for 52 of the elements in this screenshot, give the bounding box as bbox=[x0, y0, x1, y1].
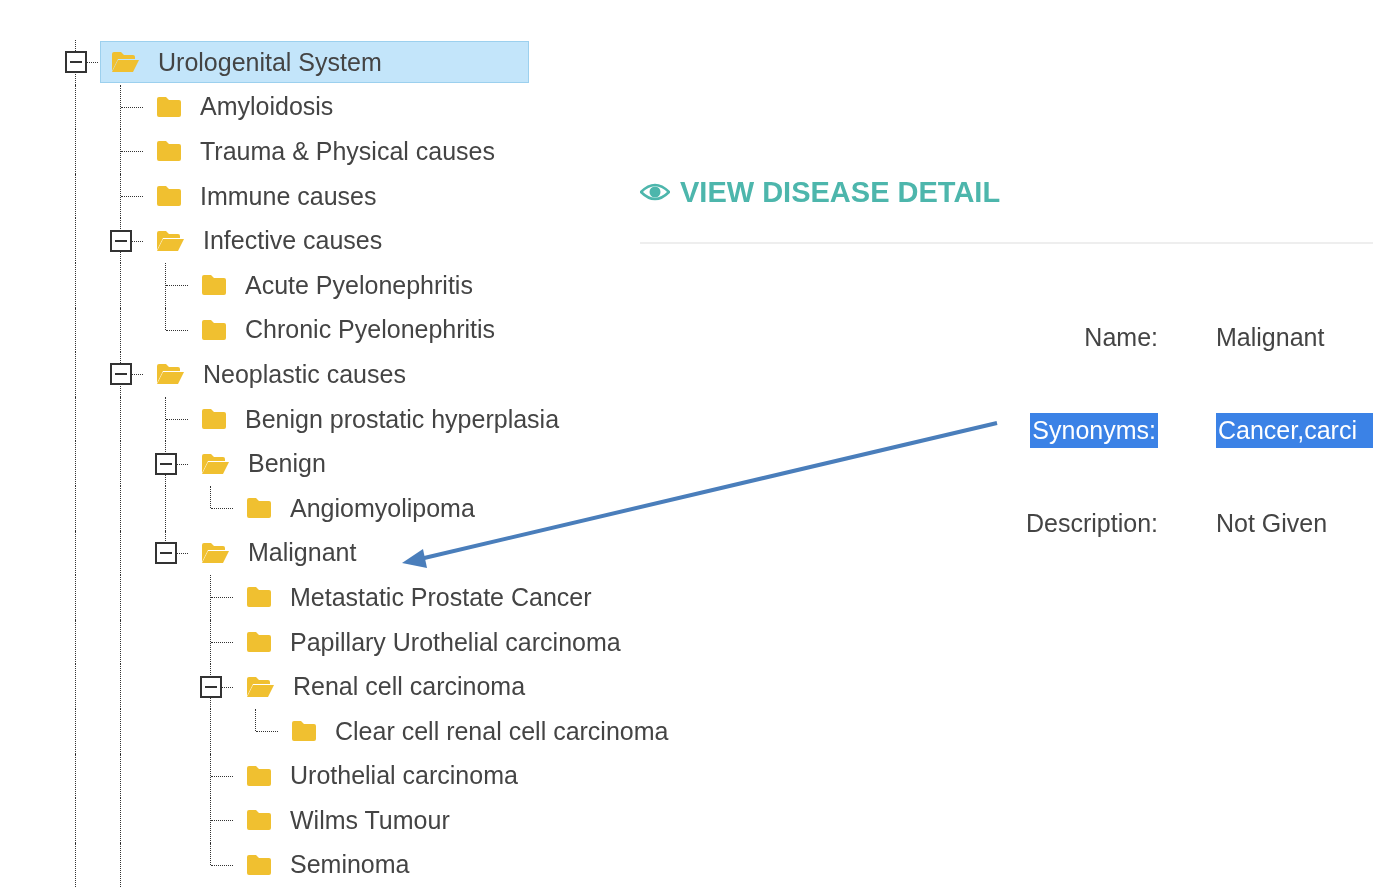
tree-item[interactable]: Neoplastic causes bbox=[145, 353, 417, 396]
folder-icon bbox=[201, 408, 227, 431]
tree-item[interactable]: Malignant bbox=[190, 531, 368, 574]
tree-item[interactable]: Immune causes bbox=[145, 175, 388, 218]
folder-icon bbox=[246, 631, 272, 653]
tree-item[interactable]: Metastatic Prostate Cancer bbox=[235, 576, 603, 619]
tree-item[interactable]: Chronic Pyelonephritis bbox=[190, 308, 507, 351]
tree-item[interactable]: Papillary Urothelial carcinoma bbox=[235, 621, 632, 663]
section-title: VIEW DISEASE DETAIL bbox=[680, 175, 1001, 209]
tree-toggle[interactable] bbox=[200, 675, 222, 698]
tree-toggle[interactable] bbox=[155, 452, 177, 475]
field-label: Synonyms: bbox=[1030, 413, 1158, 448]
eye-icon bbox=[640, 183, 670, 201]
folder-icon bbox=[201, 274, 227, 297]
tree-item[interactable]: Wilms Tumour bbox=[235, 799, 461, 842]
open-folder-icon bbox=[111, 51, 140, 74]
tree-item[interactable]: Seminoma bbox=[235, 844, 421, 886]
folder-icon bbox=[246, 497, 272, 520]
tree-item[interactable]: Infective causes bbox=[145, 219, 394, 262]
folder-icon bbox=[246, 854, 272, 876]
open-folder-icon bbox=[201, 541, 230, 564]
field-label: Description: bbox=[1026, 508, 1158, 539]
field-label: Name: bbox=[1084, 322, 1158, 353]
tree-item[interactable]: Angiomyolipoma bbox=[235, 487, 486, 530]
tree-toggle[interactable] bbox=[110, 363, 132, 386]
tree-item[interactable]: Benign bbox=[190, 442, 337, 485]
open-folder-icon bbox=[156, 229, 185, 252]
tree-item[interactable]: Urologenital System bbox=[100, 41, 529, 84]
folder-icon bbox=[201, 318, 227, 341]
folder-icon bbox=[246, 764, 272, 787]
folder-icon bbox=[246, 809, 272, 832]
open-folder-icon bbox=[156, 363, 185, 386]
tree-item[interactable]: Trauma & Physical causes bbox=[145, 130, 507, 173]
field-value: Malignant bbox=[1216, 322, 1325, 353]
tree-item[interactable]: Benign prostatic hyperplasia bbox=[190, 398, 571, 441]
open-folder-icon bbox=[201, 452, 230, 475]
folder-icon bbox=[291, 720, 317, 743]
tree-item[interactable]: Acute Pyelonephritis bbox=[190, 264, 484, 307]
folder-icon bbox=[246, 586, 272, 609]
open-folder-icon bbox=[246, 675, 275, 698]
tree-item[interactable]: Urothelial carcinoma bbox=[235, 754, 529, 797]
folder-icon bbox=[156, 95, 182, 118]
tree-toggle[interactable] bbox=[65, 51, 87, 74]
field-value: Cancer,carci bbox=[1216, 413, 1373, 448]
folder-icon bbox=[156, 140, 182, 163]
folder-icon bbox=[156, 185, 182, 208]
tree-item[interactable]: Clear cell renal cell carcinoma bbox=[280, 710, 680, 753]
tree-toggle[interactable] bbox=[155, 541, 177, 564]
tree-item[interactable]: Amyloidosis bbox=[145, 85, 345, 128]
tree-toggle[interactable] bbox=[110, 229, 132, 252]
field-value: Not Given bbox=[1216, 508, 1328, 539]
tree-item[interactable]: Renal cell carcinoma bbox=[235, 665, 537, 708]
